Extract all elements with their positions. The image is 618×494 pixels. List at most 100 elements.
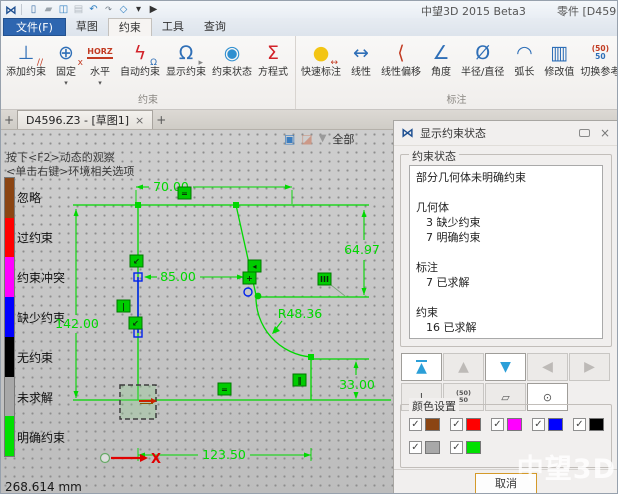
dimension-right[interactable]: 64.97 [344,210,380,295]
linear-offset-icon: ⟨ [387,39,415,67]
undo-icon[interactable]: ↶ [86,4,101,15]
save-icon[interactable]: ◫ [56,4,71,15]
go-left-button[interactable]: ◀ [527,353,568,381]
dimension-left[interactable]: 142.00 [55,209,99,398]
origin-selection-box[interactable] [120,385,157,419]
color-settings-row-2: ✓ ✓ [409,441,481,454]
checkbox-conflict[interactable]: ✓ [491,418,504,431]
fillet-arc[interactable] [256,295,311,357]
arc-length-icon: ◠ [510,39,538,67]
svg-text:|: | [122,302,125,311]
equation-button[interactable]: Σ 方程式 [256,38,290,94]
tab-tools[interactable]: 工具 [152,18,194,36]
fix-button[interactable]: ⊕ x 固定 ▾ [50,38,82,94]
panel-title: 显示约束状态 [420,125,579,141]
constraint-markers[interactable]: = ↙ ↙ | + ◂ III = ‖ [117,187,331,395]
radius-diameter-icon: Ø [469,39,497,67]
show-constraints-button[interactable]: Ω ▸ 显示约束 [164,38,208,94]
svg-text:+: + [246,274,253,283]
constraint-status-panel: ⋈ 显示约束状态 × 约束状态 部分几何体未明确约束 几何体 3 缺少约束 7 … [393,120,618,494]
new-tab-button[interactable]: + [153,111,169,129]
horizontal-button[interactable]: HORZ 水平 ▾ [84,38,116,94]
svg-text:85.00: 85.00 [160,269,196,284]
angle-dimension-button[interactable]: ∠ 角度 [425,38,457,94]
color-settings-row-1: ✓ ✓ ✓ ✓ ✓ [409,418,604,431]
document-tab-label: D4596.Z3 - [草图1] [26,112,129,128]
tab-inquire[interactable]: 查询 [194,18,236,36]
redo-icon[interactable]: ↷ [101,5,116,14]
svg-text:142.00: 142.00 [55,316,99,331]
ribbon-group-dimension: ● ↔ 快速标注 ↔ 线性 ⟨ 线性偏移 ∠ 角度 [296,36,617,109]
checkbox-overconstrained[interactable]: ✓ [450,418,463,431]
app-window: ⋈ ▯ ▰ ◫ ▤ ↶ ↷ ◇ ▾ ▶ 中望3D 2015 Beta3 零件 [… [0,0,618,494]
color-settings-groupbox: 颜色设置 ✓ ✓ ✓ ✓ ✓ ✓ ✓ [400,404,612,468]
chevron-down-icon[interactable]: ▾ [131,4,146,15]
svg-text:III: III [320,275,329,284]
svg-text:‖: ‖ [298,376,302,385]
tab-scroll-button[interactable]: + [1,111,17,129]
chevron-down-icon[interactable]: ▾ [98,79,102,87]
color-swatch-ignore [425,418,440,431]
dimension-middle[interactable]: 85.00 [144,269,244,284]
tab-file[interactable]: 文件(F) [3,18,66,36]
title-bar: ⋈ ▯ ▰ ◫ ▤ ↶ ↷ ◇ ▾ ▶ 中望3D 2015 Beta3 零件 [… [1,1,617,18]
selection-filter-icon[interactable]: ◇ [116,4,131,15]
toggle-reference-button[interactable]: (50)50 切换参考 [578,38,617,94]
add-constraint-button[interactable]: ⊥ // 添加约束 [4,38,48,94]
color-swatch-conflict [507,418,522,431]
checkbox-welldefined[interactable]: ✓ [450,441,463,454]
ribbon: ⊥ // 添加约束 ⊕ x 固定 ▾ HORZ 水平 ▾ [1,36,617,110]
dimension-lower-right[interactable]: 33.00 [339,361,375,399]
go-right-button[interactable]: ▶ [569,353,610,381]
checkbox-unconstrained[interactable]: ✓ [573,418,586,431]
panel-header: ⋈ 显示约束状态 × [394,121,618,146]
constraint-status-button[interactable]: ◉ 约束状态 [210,38,254,94]
arc-length-button[interactable]: ◠ 弧长 [508,38,540,94]
status-coordinate-readout: 268.614 mm [5,480,82,494]
auto-constrain-button[interactable]: ϟ Ω 自动约束 [118,38,162,94]
go-first-button[interactable]: ▲ [401,353,442,381]
x-axis-indicator: X [101,452,162,467]
quick-dimension-button[interactable]: ● ↔ 快速标注 [299,38,343,94]
tab-constraint[interactable]: 约束 [108,18,152,36]
go-up-button[interactable]: ▲ [443,353,484,381]
tab-sketch[interactable]: 草图 [66,18,108,36]
cancel-button[interactable]: 取消 [475,473,537,494]
x-axis-label: X [151,452,161,467]
linear-dimension-button[interactable]: ↔ 线性 [345,38,377,94]
open-file-icon[interactable]: ▰ [41,4,56,15]
close-icon[interactable]: × [600,126,610,140]
close-icon[interactable]: × [135,114,144,127]
constraint-status-icon: ◉ [218,39,246,67]
color-swatch-welldefined [466,441,481,454]
sketch-canvas[interactable]: 按下<F2>动态的观察 <单击右键>环境相关选项 ▣ ◪ ▼ 全部 忽略 过约束… [1,130,393,494]
horizontal-icon: HORZ [86,39,114,67]
dimension-top[interactable]: 70.00 [136,179,292,204]
print-icon[interactable]: ▤ [71,4,86,15]
svg-text:123.50: 123.50 [202,447,246,462]
chevron-down-icon[interactable]: ▾ [64,79,68,87]
new-file-icon[interactable]: ▯ [26,4,41,15]
checkbox-ignore[interactable]: ✓ [409,418,422,431]
modify-value-button[interactable]: ▥ 修改值 [542,38,576,94]
checkbox-underconstrained[interactable]: ✓ [532,418,545,431]
group-label-dimension: 标注 [296,94,617,109]
go-down-button[interactable]: ▼ [485,353,526,381]
document-tab-active[interactable]: D4596.Z3 - [草图1] × [17,110,153,129]
constraint-status-groupbox: 约束状态 部分几何体未明确约束 几何体 3 缺少约束 7 明确约束 标注 7 已… [400,154,612,347]
dimension-bottom[interactable]: 123.50 [138,447,311,462]
comment-icon[interactable] [579,129,590,137]
checkbox-unsolved[interactable]: ✓ [409,441,422,454]
groupbox-label: 颜色设置 [409,398,459,414]
color-swatch-unconstrained [589,418,604,431]
radius-diameter-button[interactable]: Ø 半径/直径 [459,38,506,94]
svg-text:◂: ◂ [252,262,256,271]
linear-offset-button[interactable]: ⟨ 线性偏移 [379,38,423,94]
auto-constrain-icon: ϟ Ω [126,39,154,67]
app-logo-icon: ⋈ [5,3,17,17]
dimension-radius[interactable]: R48.36 [272,285,345,334]
free-point[interactable] [244,288,252,296]
resume-icon[interactable]: ▶ [146,4,161,15]
add-constraint-icon: ⊥ // [12,39,40,67]
group-label-constraint: 约束 [1,94,295,109]
